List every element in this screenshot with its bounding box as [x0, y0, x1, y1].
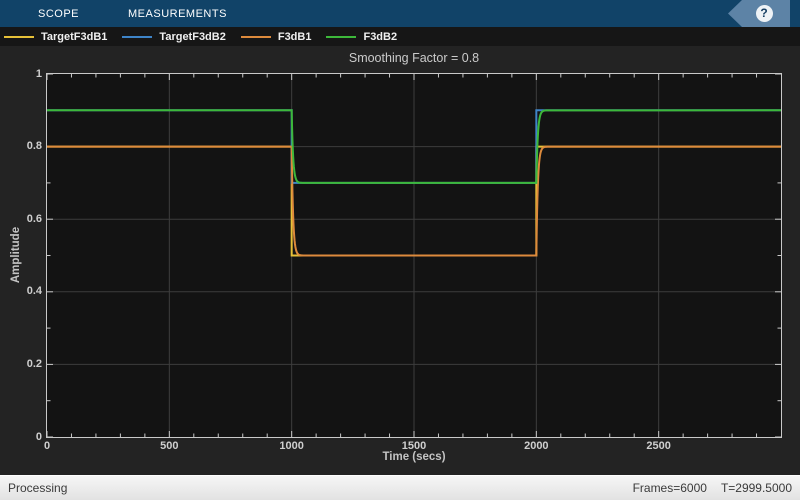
legend-item-label: TargetF3dB2	[159, 30, 226, 43]
legend-item-label: TargetF3dB1	[41, 30, 108, 43]
help-tag: ?	[728, 0, 790, 27]
status-time: T=2999.5000	[720, 481, 792, 495]
x-tick-label: 2000	[524, 440, 549, 452]
legend-item-F3dB1[interactable]: F3dB1	[240, 30, 312, 43]
x-tick-label: 500	[160, 440, 179, 452]
y-tick-label: 0	[35, 430, 42, 443]
status-bar: Processing Frames=6000 T=2999.5000	[0, 475, 800, 500]
figure-area: Smoothing Factor = 0.8 0 500 1000 1500 2000 2…	[0, 46, 800, 475]
help-icon[interactable]: ?	[755, 5, 773, 22]
status-message: Processing	[8, 481, 68, 495]
y-tick-label: 0.8	[26, 140, 42, 153]
x-axis-label: Time (secs)	[382, 451, 446, 463]
legend-line-sample	[240, 35, 271, 38]
y-axis-label: Amplitude	[10, 226, 22, 284]
y-tick-label: 1	[35, 67, 42, 80]
x-tick-label: 1000	[279, 440, 304, 452]
legend-item-label: F3dB1	[277, 30, 312, 43]
legend: TargetF3dB1 TargetF3dB2 F3dB1 F3dB2	[0, 27, 800, 46]
legend-item-TargetF3dB1[interactable]: TargetF3dB1	[4, 31, 107, 43]
chart-title: Smoothing Factor = 0.8	[348, 51, 480, 65]
y-tick-label: 0.2	[26, 357, 42, 370]
legend-item-label: F3dB2	[363, 30, 398, 43]
legend-line-sample	[4, 35, 34, 38]
legend-line-sample	[122, 35, 153, 38]
legend-line-sample	[326, 35, 357, 38]
status-frames: Frames=6000	[632, 481, 707, 495]
toolstrip: SCOPE MEASUREMENTS ?	[0, 0, 800, 27]
tab-measurements[interactable]: MEASUREMENTS	[128, 8, 227, 20]
plot-canvas[interactable]	[46, 73, 782, 438]
legend-item-TargetF3dB2[interactable]: TargetF3dB2	[122, 30, 226, 43]
x-tick-label: 2500	[646, 440, 671, 452]
legend-item-F3dB2[interactable]: F3dB2	[326, 31, 397, 43]
tab-scope[interactable]: SCOPE	[38, 8, 79, 20]
